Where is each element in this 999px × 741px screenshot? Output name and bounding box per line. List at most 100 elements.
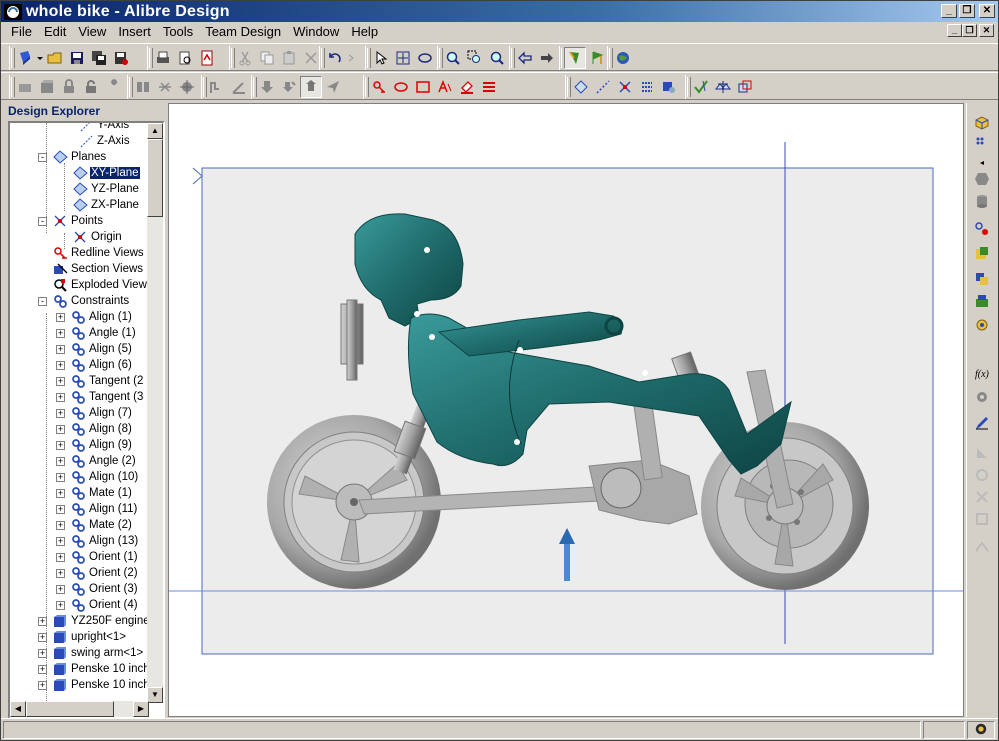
mate-icon[interactable] bbox=[132, 76, 154, 98]
expand-toggle-icon[interactable]: + bbox=[38, 680, 47, 690]
tree-item[interactable]: - Planes bbox=[38, 149, 107, 165]
expand-toggle-icon[interactable]: + bbox=[56, 584, 65, 594]
tree-item[interactable]: Redline Views bbox=[52, 245, 145, 261]
restore-button[interactable]: ❐ bbox=[959, 4, 975, 18]
expand-toggle-icon[interactable]: - bbox=[38, 152, 47, 162]
tree-item[interactable]: + Orient (4) bbox=[56, 597, 139, 613]
tree-item[interactable]: + Tangent (2 bbox=[56, 373, 144, 389]
zoom-window-icon[interactable] bbox=[464, 47, 486, 69]
tree-item[interactable]: + swing arm<1> bbox=[38, 645, 144, 661]
settings-gear-icon[interactable] bbox=[971, 315, 993, 335]
scroll-down-icon[interactable]: ▼ bbox=[147, 687, 163, 703]
undo-icon[interactable] bbox=[324, 47, 346, 69]
expand-toggle-icon[interactable]: - bbox=[38, 296, 47, 306]
expand-toggle-icon[interactable]: + bbox=[56, 504, 65, 514]
redline-lines-icon[interactable] bbox=[478, 76, 500, 98]
save-icon[interactable] bbox=[66, 47, 88, 69]
expand-toggle-icon[interactable]: + bbox=[56, 472, 65, 482]
rotate-icon[interactable] bbox=[414, 47, 436, 69]
menu-window[interactable]: Window bbox=[287, 23, 345, 41]
component-icon[interactable] bbox=[971, 291, 993, 311]
tangent-icon[interactable] bbox=[206, 76, 228, 98]
tree-item[interactable]: + Align (10) bbox=[56, 469, 139, 485]
box-icon[interactable] bbox=[36, 76, 58, 98]
tree-item[interactable]: + Penske 10 inch bbox=[38, 661, 151, 677]
expand-toggle-icon[interactable]: + bbox=[56, 456, 65, 466]
cut-icon[interactable] bbox=[234, 47, 256, 69]
tree-item[interactable]: - Points bbox=[38, 213, 104, 229]
tree-item[interactable]: + Penske 10 inch bbox=[38, 677, 151, 693]
expand-toggle-icon[interactable]: + bbox=[56, 488, 65, 498]
save-copy-icon[interactable] bbox=[110, 47, 132, 69]
menu-help[interactable]: Help bbox=[345, 23, 384, 41]
tree-item[interactable]: + Angle (1) bbox=[56, 325, 137, 341]
menu-team-design[interactable]: Team Design bbox=[199, 23, 287, 41]
forward-arrow-icon[interactable] bbox=[536, 47, 558, 69]
dots-icon[interactable] bbox=[971, 133, 993, 153]
menu-file[interactable]: File bbox=[5, 23, 38, 41]
paste-icon[interactable] bbox=[278, 47, 300, 69]
sketch-mode-icon[interactable] bbox=[564, 47, 586, 69]
move-multi-icon[interactable] bbox=[278, 76, 300, 98]
tree-item[interactable]: + Orient (3) bbox=[56, 581, 139, 597]
tree-item[interactable]: + Orient (2) bbox=[56, 565, 139, 581]
flag-icon[interactable] bbox=[586, 47, 608, 69]
orient-icon[interactable] bbox=[176, 76, 198, 98]
zoom-fit-icon[interactable] bbox=[486, 47, 508, 69]
redline-fill-icon[interactable] bbox=[456, 76, 478, 98]
redo-icon[interactable] bbox=[346, 47, 356, 69]
tree-item[interactable]: + Align (9) bbox=[56, 437, 133, 453]
hexagon-icon[interactable] bbox=[971, 169, 993, 189]
expand-toggle-icon[interactable]: + bbox=[56, 440, 65, 450]
padlock-icon[interactable] bbox=[80, 76, 102, 98]
block-icon[interactable] bbox=[14, 76, 36, 98]
angle-icon[interactable] bbox=[228, 76, 250, 98]
tree-item[interactable]: + Align (7) bbox=[56, 405, 133, 421]
disabled-tool-2-icon[interactable] bbox=[971, 465, 993, 485]
disabled-tool-1-icon[interactable] bbox=[971, 443, 993, 463]
cylinder-icon[interactable] bbox=[971, 191, 993, 211]
interference-icon[interactable] bbox=[734, 76, 756, 98]
back-arrow-icon[interactable] bbox=[514, 47, 536, 69]
drag-part-icon[interactable] bbox=[300, 76, 322, 98]
copy-icon[interactable] bbox=[256, 47, 278, 69]
redline-ellipse-icon[interactable] bbox=[390, 76, 412, 98]
pan-icon[interactable] bbox=[392, 47, 414, 69]
tree-item[interactable]: + Align (8) bbox=[56, 421, 133, 437]
scroll-right-icon[interactable]: ▶ bbox=[133, 701, 149, 717]
send-icon[interactable] bbox=[322, 76, 344, 98]
reference-point-icon[interactable] bbox=[614, 76, 636, 98]
check-icon[interactable] bbox=[690, 76, 712, 98]
redline-pin-icon[interactable] bbox=[368, 76, 390, 98]
tree-item[interactable]: ZX-Plane bbox=[72, 197, 140, 213]
expand-toggle-icon[interactable]: + bbox=[56, 376, 65, 386]
sketch-pencil-icon[interactable] bbox=[971, 413, 993, 433]
3d-view-icon[interactable] bbox=[971, 113, 993, 133]
expand-toggle-icon[interactable]: + bbox=[38, 648, 47, 658]
tree-item[interactable]: + Align (11) bbox=[56, 501, 138, 517]
wrench-icon[interactable] bbox=[102, 76, 124, 98]
globe-icon[interactable] bbox=[612, 47, 634, 69]
scroll-left-icon[interactable]: ◀ bbox=[10, 701, 26, 717]
pdf-icon[interactable] bbox=[196, 47, 218, 69]
tree-item[interactable]: + Mate (1) bbox=[56, 485, 133, 501]
title-bar[interactable]: whole bike - Alibre Design _ ❐ ✕ bbox=[1, 1, 998, 22]
redline-text-icon[interactable] bbox=[434, 76, 456, 98]
lock-part-icon[interactable] bbox=[58, 76, 80, 98]
mass-properties-icon[interactable] bbox=[712, 76, 734, 98]
tree-item[interactable]: + Tangent (3 bbox=[56, 389, 144, 405]
expand-toggle-icon[interactable]: + bbox=[56, 360, 65, 370]
menu-edit[interactable]: Edit bbox=[38, 23, 72, 41]
model-viewport[interactable] bbox=[168, 103, 964, 717]
tree-item[interactable]: + Mate (2) bbox=[56, 517, 133, 533]
tree-item[interactable]: Origin bbox=[72, 229, 123, 245]
redline-rectangle-icon[interactable] bbox=[412, 76, 434, 98]
dropdown-arrow-icon[interactable] bbox=[36, 47, 44, 69]
gear-icon[interactable] bbox=[971, 387, 993, 407]
menu-tools[interactable]: Tools bbox=[157, 23, 199, 41]
tree-item[interactable]: XY-Plane bbox=[72, 165, 141, 181]
menu-view[interactable]: View bbox=[72, 23, 112, 41]
expand-toggle-icon[interactable]: + bbox=[56, 552, 65, 562]
scroll-thumb[interactable] bbox=[147, 139, 163, 217]
hscroll-thumb[interactable] bbox=[26, 701, 114, 717]
